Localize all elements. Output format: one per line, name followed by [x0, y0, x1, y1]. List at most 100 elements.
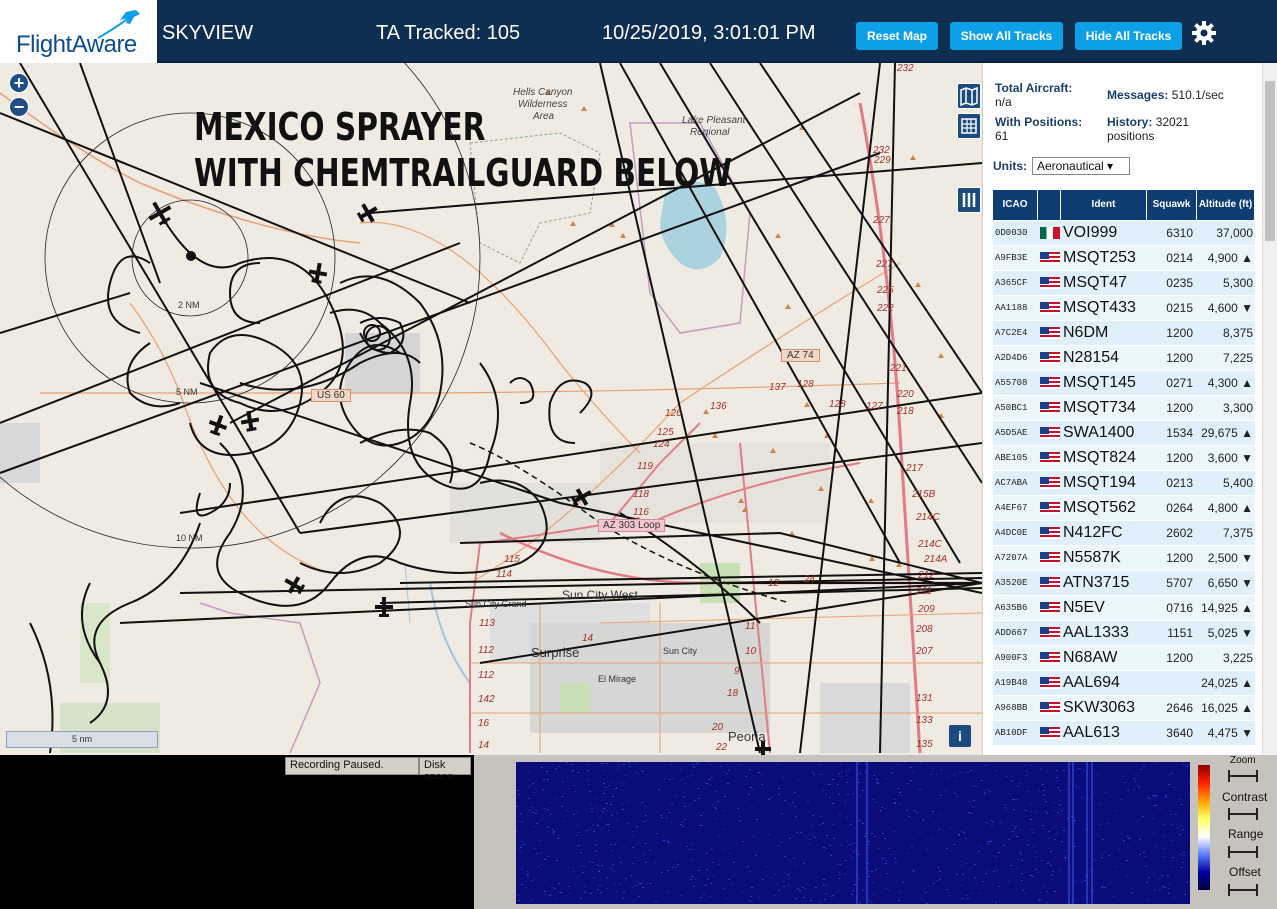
- row-altitude: 4,475 ▼: [1207, 726, 1253, 740]
- contrast-slider[interactable]: [1228, 808, 1258, 820]
- col-altitude[interactable]: Altitude (ft): [1197, 190, 1255, 220]
- table-row[interactable]: A4DC0E N412FC 2602 7,375: [993, 521, 1255, 546]
- offset-slider[interactable]: [1228, 884, 1258, 896]
- route-number: 220: [897, 389, 914, 400]
- route-number: 128: [797, 379, 814, 390]
- total-aircraft-value: n/a: [995, 95, 1012, 109]
- table-row[interactable]: A635B6 N5EV 0716 14,925 ▲: [993, 596, 1255, 621]
- us-flag-icon: [1039, 677, 1060, 689]
- map-label-az303: AZ 303 Loop: [598, 519, 666, 532]
- row-flag: [1038, 721, 1061, 745]
- row-flag: [1038, 471, 1061, 495]
- history-stat: History: 32021 positions: [1107, 115, 1189, 143]
- waterfall-display[interactable]: [516, 762, 1190, 904]
- zoom-slider[interactable]: [1228, 770, 1258, 782]
- grid-button[interactable]: [957, 113, 981, 139]
- table-row[interactable]: AB10DF AAL613 3640 4,475 ▼: [993, 721, 1255, 746]
- columns-toggle-button[interactable]: [957, 187, 981, 213]
- map-view[interactable]: Hells Canyon Wilderness Area Lake Pleasa…: [0, 63, 982, 755]
- table-row[interactable]: A7C2E4 N6DM 1200 8,375: [993, 321, 1255, 346]
- contrast-label: Contrast: [1222, 790, 1268, 804]
- table-row[interactable]: A9FB3E MSQT253 0214 4,900 ▲: [993, 246, 1255, 271]
- table-row[interactable]: A19B48 AAL694 24,025 ▲: [993, 671, 1255, 696]
- route-number: 209: [918, 604, 935, 615]
- hide-all-tracks-button[interactable]: Hide All Tracks: [1075, 22, 1182, 50]
- table-row[interactable]: A968BB SKW3063 2646 16,025 ▲: [993, 696, 1255, 721]
- table-row[interactable]: A5D5AE SWA1400 1534 29,675 ▲: [993, 421, 1255, 446]
- row-squawk: 1200: [1166, 451, 1193, 465]
- route-number: 112: [478, 645, 494, 656]
- map-label-sun-city-grand: Sun City Grand: [465, 599, 527, 609]
- gear-icon[interactable]: [1191, 20, 1217, 46]
- table-row[interactable]: ADD667 AAL1333 1151 5,025 ▼: [993, 621, 1255, 646]
- zoom-in-button[interactable]: +: [9, 73, 29, 93]
- units-select[interactable]: Aeronautical ▾: [1032, 157, 1130, 175]
- reset-map-button[interactable]: Reset Map: [856, 22, 938, 50]
- col-squawk[interactable]: Squawk: [1147, 190, 1197, 220]
- row-altitude: 4,300 ▲: [1207, 376, 1253, 390]
- range-slider[interactable]: [1228, 846, 1258, 858]
- row-flag: [1038, 346, 1061, 370]
- row-altitude: 3,300: [1222, 401, 1253, 415]
- row-flag: [1038, 446, 1061, 470]
- route-number: 24: [804, 574, 816, 585]
- row-squawk: 0271: [1166, 376, 1193, 390]
- table-row[interactable]: A365CF MSQT47 0235 5,300: [993, 271, 1255, 296]
- table-row[interactable]: A2D4D6 N28154 1200 7,225: [993, 346, 1255, 371]
- row-squawk: 2646: [1166, 701, 1193, 715]
- row-squawk: 0214: [1166, 251, 1193, 265]
- messages-label: Messages:: [1107, 88, 1169, 102]
- row-altitude: 5,025 ▼: [1207, 626, 1253, 640]
- route-number: 222: [877, 303, 894, 314]
- route-number: 14: [478, 740, 490, 751]
- row-squawk: 1200: [1166, 551, 1193, 565]
- route-number: 217: [906, 463, 923, 474]
- route-number: 114: [496, 569, 512, 580]
- route-number: 18: [727, 688, 739, 699]
- route-number: 22: [716, 742, 728, 753]
- us-flag-icon: [1039, 327, 1060, 339]
- table-row[interactable]: AA1188 MSQT433 0215 4,600 ▼: [993, 296, 1255, 321]
- row-squawk: 1200: [1166, 651, 1193, 665]
- row-altitude: 8,375: [1222, 326, 1253, 340]
- total-aircraft-label: Total Aircraft:: [995, 81, 1073, 95]
- table-row[interactable]: 0D0030 VOI999 6310 37,000: [993, 221, 1255, 246]
- table-row[interactable]: ABE105 MSQT824 1200 3,600 ▼: [993, 446, 1255, 471]
- route-number: 211: [916, 586, 932, 597]
- row-squawk: 1151: [1167, 626, 1193, 640]
- table-row[interactable]: A3520E ATN3715 5707 6,650 ▼: [993, 571, 1255, 596]
- map-label-hells-canyon: Hells Canyon: [513, 87, 573, 98]
- col-flag[interactable]: [1038, 190, 1061, 220]
- us-flag-icon: [1039, 702, 1060, 714]
- table-row[interactable]: A7207A N5587K 1200 2,500 ▼: [993, 546, 1255, 571]
- us-flag-icon: [1039, 577, 1060, 589]
- row-altitude: 14,925 ▲: [1201, 601, 1253, 615]
- route-number: 207: [916, 646, 933, 657]
- show-all-tracks-button[interactable]: Show All Tracks: [950, 22, 1063, 50]
- app-name: SKYVIEW: [162, 22, 254, 44]
- col-ident[interactable]: Ident: [1061, 190, 1147, 220]
- panel-scroll-thumb[interactable]: [1265, 81, 1275, 241]
- table-row[interactable]: A55708 MSQT145 0271 4,300 ▲: [993, 371, 1255, 396]
- table-row[interactable]: A4EF67 MSQT562 0264 4,800 ▲: [993, 496, 1255, 521]
- route-number: 212: [918, 570, 935, 581]
- us-flag-icon: [1039, 452, 1060, 464]
- col-icao[interactable]: ICAO: [993, 190, 1038, 220]
- route-number: 229: [874, 155, 891, 166]
- row-altitude: 4,800 ▲: [1207, 501, 1253, 515]
- zoom-out-button[interactable]: −: [9, 97, 29, 117]
- columns-icon: [962, 193, 976, 207]
- route-number: 125: [657, 427, 674, 438]
- row-squawk: 0213: [1166, 476, 1193, 490]
- table-row[interactable]: A50BC1 MSQT734 1200 3,300: [993, 396, 1255, 421]
- map-label-sun-city: Sun City: [663, 646, 698, 656]
- flightaware-logo[interactable]: FlightAware: [0, 0, 157, 63]
- row-ident: N5EV: [1063, 599, 1105, 616]
- map-label-surprise: Surprise: [531, 645, 580, 660]
- table-row[interactable]: AC7ABA MSQT194 0213 5,400: [993, 471, 1255, 496]
- row-ident: MSQT824: [1063, 449, 1136, 466]
- row-squawk: 1200: [1166, 401, 1193, 415]
- info-button[interactable]: i: [949, 725, 971, 747]
- map-layers-button[interactable]: [957, 83, 981, 109]
- table-row[interactable]: A900F3 N68AW 1200 3,225: [993, 646, 1255, 671]
